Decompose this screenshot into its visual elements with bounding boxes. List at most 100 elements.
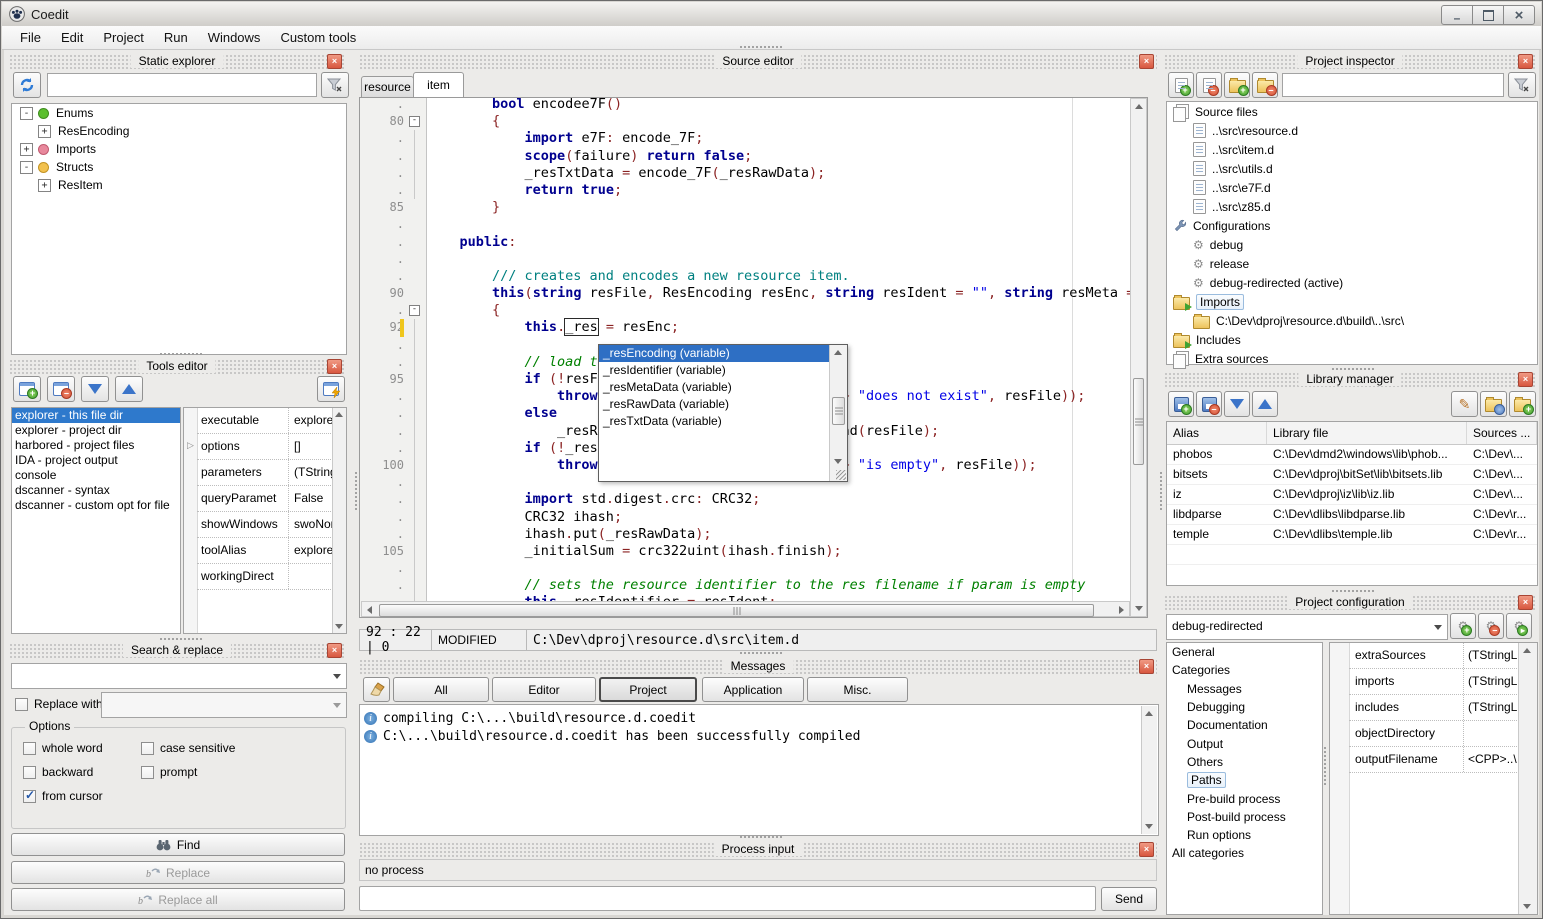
property-value[interactable] [289, 564, 333, 589]
project-configuration-close-button[interactable] [1518, 595, 1533, 610]
replace-button[interactable]: b Replace [11, 861, 345, 884]
scroll-down-icon[interactable] [1519, 899, 1534, 914]
maximize-button[interactable] [1473, 5, 1504, 25]
category-others[interactable]: Others [1167, 753, 1322, 771]
scroll-up-icon[interactable] [1141, 706, 1156, 721]
code-line[interactable]: . bool encodee7F() [360, 97, 1130, 113]
fold-column[interactable] [406, 251, 424, 268]
code-line[interactable]: . CRC32 ihash; [360, 509, 1130, 526]
fold-column[interactable] [406, 199, 424, 216]
message-row[interactable]: C:\...\build\resource.d.coedit has been … [360, 727, 1158, 745]
filter-editor-button[interactable]: Editor [492, 677, 596, 702]
expand-icon[interactable]: + [38, 179, 51, 192]
fold-column[interactable] [406, 577, 424, 594]
replace-with-option[interactable]: Replace with [15, 697, 103, 711]
tree-item-imports[interactable]: + Imports [12, 140, 346, 158]
case-sensitive-option[interactable]: case sensitive [141, 741, 235, 755]
dropdown-button[interactable] [1429, 616, 1446, 638]
library-from-project-button[interactable] [1480, 391, 1507, 417]
splitter-grip[interactable] [1323, 746, 1328, 786]
scroll-left-icon[interactable] [362, 602, 377, 617]
autocomplete-item[interactable]: _resEncoding (variable) [599, 345, 847, 362]
code-line[interactable]: 85 } [360, 199, 1130, 216]
fold-column[interactable] [406, 440, 424, 457]
library-row[interactable]: phobosC:\Dev\dmd2\windows\lib\phob...C:\… [1167, 445, 1537, 465]
column-sources[interactable]: Sources ... [1467, 422, 1537, 444]
fold-column[interactable] [406, 216, 424, 233]
autocomplete-item[interactable]: _resMetaData (variable) [599, 379, 847, 396]
close-button[interactable] [1504, 5, 1535, 25]
tree-item-config[interactable]: debug [1167, 235, 1537, 254]
scroll-up-icon[interactable] [830, 345, 845, 360]
backward-option[interactable]: backward [23, 765, 93, 779]
column-alias[interactable]: Alias [1167, 422, 1267, 444]
scroll-down-icon[interactable] [335, 624, 343, 629]
code-line[interactable]: . scope(failure) return false; [360, 148, 1130, 165]
remove-folder-button[interactable] [1252, 72, 1278, 98]
property-row[interactable]: showWindowsswoNone [197, 512, 333, 538]
category-documentation[interactable]: Documentation [1167, 716, 1322, 734]
column-splitter-grip[interactable] [1159, 471, 1164, 511]
category-output[interactable]: Output [1167, 734, 1322, 752]
code-line[interactable]: . ihash.put(_resRawData); [360, 526, 1130, 543]
library-manager-close-button[interactable] [1518, 372, 1533, 387]
property-value[interactable]: (TStringL [1464, 695, 1519, 720]
scrollbar[interactable] [332, 408, 346, 633]
tree-item-extra-sources[interactable]: Extra sources [1167, 349, 1537, 368]
dropdown-button[interactable] [328, 694, 345, 716]
tree-item-configurations[interactable]: Configurations [1167, 216, 1537, 235]
fold-column[interactable]: - [406, 302, 424, 319]
process-input-field[interactable] [359, 886, 1096, 911]
fold-column[interactable] [406, 474, 424, 491]
remove-library-button[interactable] [1196, 391, 1222, 417]
menu-run[interactable]: Run [154, 26, 198, 49]
property-value[interactable]: (TStringL [289, 460, 333, 485]
configuration-selector[interactable]: debug-redirected [1166, 614, 1448, 640]
tree-item-file[interactable]: ..\src\e7F.d [1167, 178, 1537, 197]
tree-item-file[interactable]: ..\src\item.d [1167, 140, 1537, 159]
edit-library-button[interactable] [1451, 391, 1478, 417]
messages-scrollbar[interactable] [1141, 706, 1157, 834]
property-row[interactable]: options[] [197, 434, 333, 460]
autocomplete-item[interactable]: _resIdentifier (variable) [599, 362, 847, 379]
menu-edit[interactable]: Edit [51, 26, 93, 49]
scroll-up-icon[interactable] [1519, 643, 1534, 658]
autocomplete-item[interactable]: _resTxtData (variable) [599, 413, 847, 430]
move-tool-up-button[interactable] [115, 376, 143, 402]
tab-item[interactable]: item [413, 72, 464, 98]
expand-icon[interactable]: + [20, 143, 33, 156]
scrollbar-thumb[interactable] [832, 397, 845, 425]
tree-item-enums[interactable]: - Enums [12, 104, 346, 122]
category-pre-build-process[interactable]: Pre-build process [1167, 789, 1322, 807]
source-editor-close-button[interactable] [1139, 54, 1154, 69]
fold-column[interactable] [406, 405, 424, 422]
fold-column[interactable] [406, 97, 424, 113]
property-row[interactable]: imports(TStringL [1349, 669, 1519, 695]
process-input-close-button[interactable] [1139, 842, 1154, 857]
fold-marker-icon[interactable]: - [409, 305, 420, 316]
property-value[interactable]: (TStringL [1464, 669, 1519, 694]
tool-list-item[interactable]: harbored - project files [12, 438, 180, 453]
case-sensitive-checkbox[interactable] [141, 742, 154, 755]
tree-item-resitem[interactable]: + ResItem [12, 176, 346, 194]
code-line[interactable]: .- { [360, 302, 1130, 319]
tree-item-includes[interactable]: Includes [1167, 330, 1537, 349]
static-explorer-filter-input[interactable] [47, 73, 317, 97]
filter-application-button[interactable]: Application [702, 677, 804, 702]
scroll-down-icon[interactable] [1131, 601, 1146, 616]
code-line[interactable]: . [360, 216, 1130, 233]
replace-with-checkbox[interactable] [15, 698, 28, 711]
scrollbar-thumb[interactable] [1133, 378, 1144, 465]
property-value[interactable]: False [289, 486, 333, 511]
tree-item-imports[interactable]: Imports [1167, 292, 1537, 311]
tool-list-item[interactable]: IDA - project output [12, 453, 180, 468]
remove-configuration-button[interactable] [1478, 613, 1504, 639]
tree-item-resencoding[interactable]: + ResEncoding [12, 122, 346, 140]
filter-all-button[interactable]: All [393, 677, 489, 702]
splitter-grip[interactable] [739, 835, 783, 840]
tree-item-config[interactable]: release [1167, 254, 1537, 273]
send-button[interactable]: Send [1101, 887, 1157, 911]
property-row[interactable]: workingDirect [197, 564, 333, 590]
add-configuration-button[interactable] [1450, 613, 1476, 639]
add-tool-button[interactable] [13, 376, 41, 402]
